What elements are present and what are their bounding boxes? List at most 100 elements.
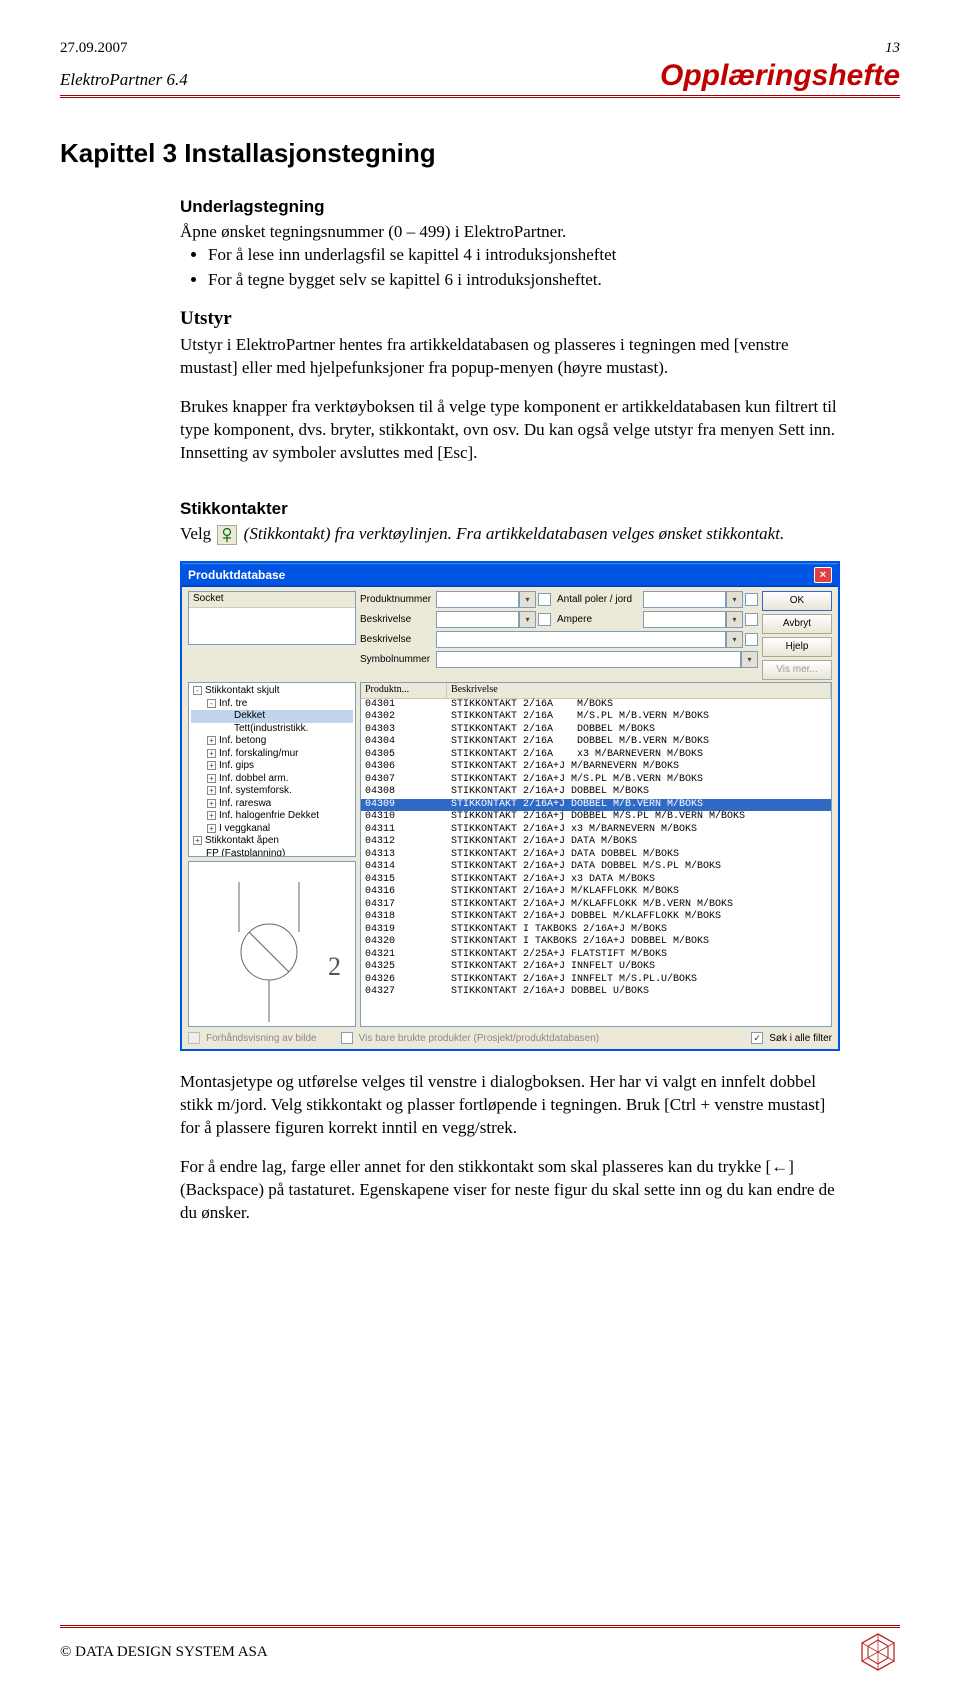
table-row[interactable]: 04326STIKKONTAKT 2/16A+J INNFELT M/S.PL.… (361, 974, 831, 987)
tree-item-label: Tett(industristikk. (234, 723, 308, 734)
chevron-down-icon[interactable]: ▾ (741, 651, 758, 668)
table-row[interactable]: 04320STIKKONTAKT I TAKBOKS 2/16A+J DOBBE… (361, 936, 831, 949)
table-row[interactable]: 04304STIKKONTAKT 2/16A DOBBEL M/B.VERN M… (361, 736, 831, 749)
table-row[interactable]: 04321STIKKONTAKT 2/25A+J FLATSTIFT M/BOK… (361, 949, 831, 962)
filter-beskrivelse2-input[interactable] (436, 631, 726, 648)
table-row[interactable]: 04318STIKKONTAKT 2/16A+J DOBBEL M/KLAFFL… (361, 911, 831, 924)
tree-item[interactable]: +Inf. systemforsk. (191, 785, 353, 798)
table-row[interactable]: 04314STIKKONTAKT 2/16A+J DATA DOBBEL M/S… (361, 861, 831, 874)
cell-beskrivelse: STIKKONTAKT 2/25A+J FLATSTIFT M/BOKS (447, 949, 831, 962)
table-row[interactable]: 04316STIKKONTAKT 2/16A+J M/KLAFFLOKK M/B… (361, 886, 831, 899)
cell-produktnummer: 04303 (361, 724, 447, 737)
chevron-down-icon[interactable]: ▾ (726, 611, 743, 628)
table-row[interactable]: 04303STIKKONTAKT 2/16A DOBBEL M/BOKS (361, 724, 831, 737)
chapter-title: Kapittel 3 Installasjonstegning (60, 138, 900, 169)
table-row[interactable]: 04302STIKKONTAKT 2/16A M/S.PL M/B.VERN M… (361, 711, 831, 724)
table-row[interactable]: 04310STIKKONTAKT 2/16A+j DOBBEL M/S.PL M… (361, 811, 831, 824)
tree-item[interactable]: -Inf. tre (191, 698, 353, 711)
cell-beskrivelse: STIKKONTAKT 2/16A+J DATA DOBBEL M/BOKS (447, 849, 831, 862)
tree-item[interactable]: Dekket (191, 710, 353, 723)
ok-button[interactable]: OK (762, 591, 832, 611)
chevron-down-icon[interactable]: ▾ (519, 591, 536, 608)
table-row[interactable]: 04305STIKKONTAKT 2/16A x3 M/BARNEVERN M/… (361, 749, 831, 762)
cell-beskrivelse: STIKKONTAKT 2/16A+J M/BARNEVERN M/BOKS (447, 761, 831, 774)
filter-beskrivelse1-input[interactable] (436, 611, 519, 628)
grid-header-produktn[interactable]: Produktn... (361, 683, 447, 698)
utstyr-p1: Utstyr i ElektroPartner hentes fra artik… (180, 334, 840, 380)
cell-beskrivelse: STIKKONTAKT 2/16A x3 M/BARNEVERN M/BOKS (447, 749, 831, 762)
table-row[interactable]: 04307STIKKONTAKT 2/16A+J M/S.PL M/B.VERN… (361, 774, 831, 787)
expand-icon[interactable]: + (207, 786, 216, 795)
table-row[interactable]: 04315STIKKONTAKT 2/16A+J x3 DATA M/BOKS (361, 874, 831, 887)
cell-produktnummer: 04302 (361, 711, 447, 724)
tree-item[interactable]: +Inf. forskaling/mur (191, 748, 353, 761)
expand-icon[interactable]: + (207, 736, 216, 745)
expand-icon[interactable]: + (207, 774, 216, 783)
collapse-icon[interactable]: - (193, 686, 202, 695)
tree-item[interactable]: +Stikkontakt åpen (191, 835, 353, 848)
chevron-down-icon[interactable]: ▾ (519, 611, 536, 628)
tree-item[interactable]: Tett(industristikk. (191, 723, 353, 736)
cell-beskrivelse: STIKKONTAKT 2/16A+J M/KLAFFLOKK M/B.VERN… (447, 899, 831, 912)
cell-produktnummer: 04304 (361, 736, 447, 749)
preview-image-label: Forhåndsvisning av bilde (206, 1033, 317, 1044)
tree-item[interactable]: +I veggkanal (191, 823, 353, 836)
filter-beskrivelse2-check[interactable] (745, 633, 758, 646)
cell-produktnummer: 04309 (361, 799, 447, 812)
cancel-button[interactable]: Avbryt (762, 614, 832, 634)
table-row[interactable]: 04306STIKKONTAKT 2/16A+J M/BARNEVERN M/B… (361, 761, 831, 774)
filter-ampere-check[interactable] (745, 613, 758, 626)
tree-item-label: Dekket (234, 710, 265, 721)
underlag-bullet-2: For å tegne bygget selv se kapittel 6 i … (208, 269, 840, 292)
help-button[interactable]: Hjelp (762, 637, 832, 657)
table-row[interactable]: 04308STIKKONTAKT 2/16A+J DOBBEL M/BOKS (361, 786, 831, 799)
close-icon[interactable]: × (814, 567, 832, 583)
table-row[interactable]: 04325STIKKONTAKT 2/16A+J INNFELT U/BOKS (361, 961, 831, 974)
expand-icon[interactable]: + (207, 824, 216, 833)
chevron-down-icon[interactable]: ▾ (726, 631, 743, 648)
collapse-icon[interactable]: - (207, 699, 216, 708)
expand-icon[interactable]: + (207, 761, 216, 770)
filter-poler-input[interactable] (643, 591, 726, 608)
grid-header-beskrivelse[interactable]: Beskrivelse (447, 683, 831, 698)
filter-ampere-input[interactable] (643, 611, 726, 628)
cell-produktnummer: 04320 (361, 936, 447, 949)
product-grid[interactable]: Produktn... Beskrivelse 04301STIKKONTAKT… (360, 682, 832, 1027)
filter-poler-check[interactable] (745, 593, 758, 606)
filter-symbolnummer-input[interactable] (436, 651, 741, 668)
search-all-label: Søk i alle filter (769, 1033, 832, 1044)
table-row[interactable]: 04301STIKKONTAKT 2/16A M/BOKS (361, 699, 831, 712)
expand-icon[interactable]: + (207, 811, 216, 820)
search-all-check[interactable] (751, 1032, 763, 1044)
tree-item[interactable]: +Inf. rareswa (191, 798, 353, 811)
tree-item[interactable]: +Inf. dobbel arm. (191, 773, 353, 786)
cell-beskrivelse: STIKKONTAKT 2/16A DOBBEL M/B.VERN M/BOKS (447, 736, 831, 749)
table-row[interactable]: 04312STIKKONTAKT 2/16A+J DATA M/BOKS (361, 836, 831, 849)
cell-beskrivelse: STIKKONTAKT 2/16A+J DOBBEL M/B.VERN M/BO… (447, 799, 831, 812)
table-row[interactable]: 04313STIKKONTAKT 2/16A+J DATA DOBBEL M/B… (361, 849, 831, 862)
tree-item[interactable]: +Inf. halogenfrie Dekket (191, 810, 353, 823)
expand-icon[interactable]: + (207, 749, 216, 758)
table-row[interactable]: 04311STIKKONTAKT 2/16A+J x3 M/BARNEVERN … (361, 824, 831, 837)
filter-produktnummer-check[interactable] (538, 593, 551, 606)
tree-item[interactable]: -Stikkontakt skjult (191, 685, 353, 698)
tree-item[interactable]: +Inf. betong (191, 735, 353, 748)
table-row[interactable]: 04317STIKKONTAKT 2/16A+J M/KLAFFLOKK M/B… (361, 899, 831, 912)
expand-icon[interactable]: + (193, 836, 202, 845)
expand-icon[interactable]: + (207, 799, 216, 808)
cell-beskrivelse: STIKKONTAKT 2/16A+J INNFELT M/S.PL.U/BOK… (447, 974, 831, 987)
tree-item[interactable]: +Inf. gips (191, 760, 353, 773)
tab-socket[interactable]: Socket (189, 592, 355, 608)
tree-item[interactable]: FP (Fastplanning) (191, 848, 353, 858)
only-used-check[interactable] (341, 1032, 353, 1044)
socket-toolbar-icon[interactable] (217, 525, 237, 545)
table-row[interactable]: 04319STIKKONTAKT I TAKBOKS 2/16A+J M/BOK… (361, 924, 831, 937)
utstyr-p2: Brukes knapper fra verktøyboksen til å v… (180, 396, 840, 465)
cell-produktnummer: 04312 (361, 836, 447, 849)
underlag-intro: Åpne ønsket tegningsnummer (0 – 499) i E… (180, 221, 840, 244)
filter-produktnummer-input[interactable] (436, 591, 519, 608)
table-row[interactable]: 04309STIKKONTAKT 2/16A+J DOBBEL M/B.VERN… (361, 799, 831, 812)
table-row[interactable]: 04327STIKKONTAKT 2/16A+J DOBBEL U/BOKS (361, 986, 831, 999)
filter-beskrivelse1-check[interactable] (538, 613, 551, 626)
chevron-down-icon[interactable]: ▾ (726, 591, 743, 608)
